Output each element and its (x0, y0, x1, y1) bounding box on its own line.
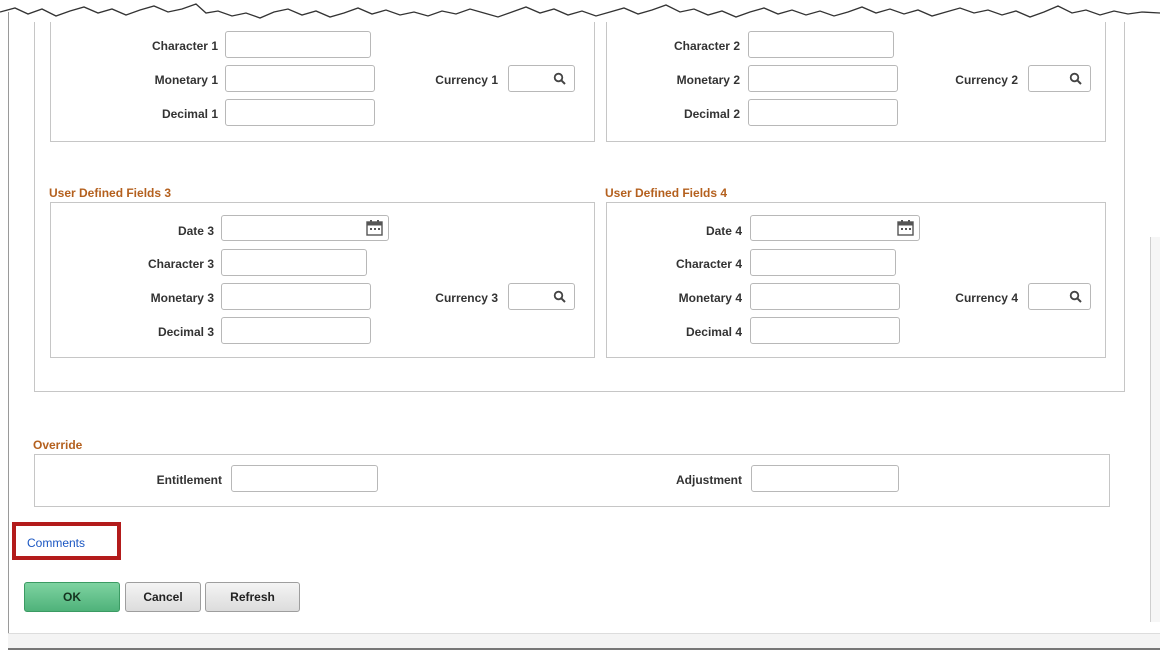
character2-input[interactable] (748, 31, 894, 58)
torn-edge (0, 3, 1160, 19)
date4-label: Date 4 (705, 224, 742, 238)
currency1-label: Currency 1 (435, 73, 498, 87)
character4-label: Character 4 (675, 257, 742, 271)
ok-button[interactable]: OK (24, 582, 120, 612)
monetary4-input[interactable] (750, 283, 900, 310)
currency3-lookup[interactable] (508, 283, 575, 310)
decimal4-input[interactable] (750, 317, 900, 344)
udf3-title: User Defined Fields 3 (49, 186, 172, 200)
decimal3-label: Decimal 3 (157, 325, 214, 339)
magnifier-icon[interactable] (1069, 72, 1083, 86)
monetary2-label: Monetary 2 (676, 73, 740, 87)
decimal3-input[interactable] (221, 317, 371, 344)
monetary3-input[interactable] (221, 283, 371, 310)
decimal2-label: Decimal 2 (683, 107, 740, 121)
date3-input[interactable] (221, 215, 389, 241)
currency4-label: Currency 4 (955, 291, 1018, 305)
comments-link[interactable]: Comments (27, 536, 85, 550)
monetary1-input[interactable] (225, 65, 375, 92)
decimal1-input[interactable] (225, 99, 375, 126)
currency2-lookup[interactable] (1028, 65, 1091, 92)
character3-label: Character 3 (147, 257, 214, 271)
override-title: Override (33, 438, 83, 452)
calendar-icon[interactable] (897, 220, 915, 236)
entitlement-label: Entitlement (156, 473, 222, 487)
magnifier-icon[interactable] (1069, 290, 1083, 304)
magnifier-icon[interactable] (553, 72, 567, 86)
monetary4-label: Monetary 4 (678, 291, 742, 305)
date4-input[interactable] (750, 215, 920, 241)
character3-input[interactable] (221, 249, 367, 276)
monetary1-label: Monetary 1 (154, 73, 218, 87)
decimal2-input[interactable] (748, 99, 898, 126)
decimal1-label: Decimal 1 (161, 107, 218, 121)
adjustment-input[interactable] (751, 465, 899, 492)
character1-label: Character 1 (151, 39, 218, 53)
window-frame-left (8, 12, 9, 650)
currency2-label: Currency 2 (955, 73, 1018, 87)
adjustment-label: Adjustment (676, 473, 742, 487)
monetary3-label: Monetary 3 (150, 291, 214, 305)
character1-input[interactable] (225, 31, 371, 58)
currency4-lookup[interactable] (1028, 283, 1091, 310)
date3-label: Date 3 (177, 224, 214, 238)
scrollbar-thumb[interactable] (1150, 237, 1160, 622)
entitlement-input[interactable] (231, 465, 378, 492)
udf4-title: User Defined Fields 4 (605, 186, 728, 200)
decimal4-label: Decimal 4 (685, 325, 742, 339)
refresh-button[interactable]: Refresh (205, 582, 300, 612)
monetary2-input[interactable] (748, 65, 898, 92)
currency3-label: Currency 3 (435, 291, 498, 305)
currency1-lookup[interactable] (508, 65, 575, 92)
calendar-icon[interactable] (366, 220, 384, 236)
cancel-button[interactable]: Cancel (125, 582, 201, 612)
character2-label: Character 2 (673, 39, 740, 53)
magnifier-icon[interactable] (553, 290, 567, 304)
character4-input[interactable] (750, 249, 896, 276)
